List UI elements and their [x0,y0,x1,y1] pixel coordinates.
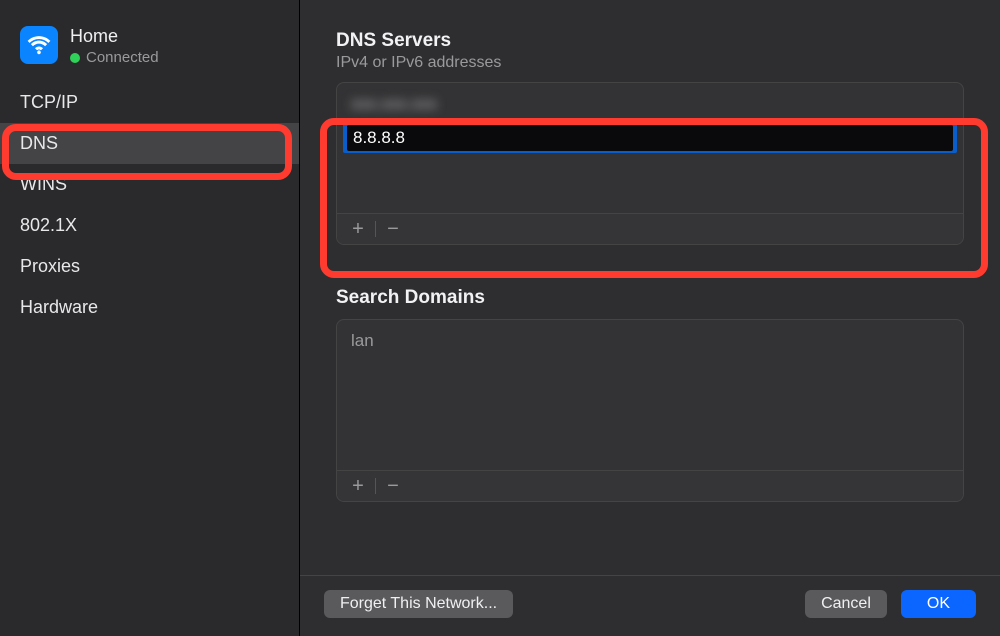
minus-icon: − [387,218,399,241]
content-area: DNS Servers IPv4 or IPv6 addresses xxx.x… [300,0,1000,575]
sidebar-tabs: TCP/IP DNS WINS 802.1X Proxies Hardware [0,82,299,328]
sidebar: Home Connected TCP/IP DNS WINS 802.1X Pr… [0,0,300,636]
plus-icon: + [352,218,364,241]
remove-search-domain-button[interactable]: − [380,475,406,497]
tab-wins[interactable]: WINS [0,164,299,205]
separator [375,221,376,237]
bottom-bar: Forget This Network... Cancel OK [300,575,1000,636]
dns-servers-footer: + − [337,213,963,244]
search-domains-title: Search Domains [336,287,964,309]
separator [375,478,376,494]
tab-dns[interactable]: DNS [0,123,299,164]
network-header: Home Connected [0,20,299,82]
forget-network-button[interactable]: Forget This Network... [324,590,513,618]
tab-8021x[interactable]: 802.1X [0,205,299,246]
dns-server-input[interactable]: 8.8.8.8 [347,125,953,151]
wifi-icon [20,26,58,64]
right-buttons: Cancel OK [805,590,976,618]
dns-server-row[interactable]: xxx.xxx.xxx [337,89,963,119]
dns-server-row-editing[interactable]: 8.8.8.8 [337,123,963,153]
dns-server-edit-highlight: 8.8.8.8 [343,123,957,153]
search-domains-footer: + − [337,470,963,501]
tab-proxies[interactable]: Proxies [0,246,299,287]
add-search-domain-button[interactable]: + [345,475,371,497]
network-status: Connected [70,49,159,66]
main-panel: DNS Servers IPv4 or IPv6 addresses xxx.x… [300,0,1000,636]
dns-servers-body: xxx.xxx.xxx 8.8.8.8 [337,83,963,213]
add-dns-button[interactable]: + [345,218,371,240]
ok-button[interactable]: OK [901,590,976,618]
network-status-label: Connected [86,49,159,66]
tab-tcpip[interactable]: TCP/IP [0,82,299,123]
cancel-button[interactable]: Cancel [805,590,887,618]
dns-servers-list[interactable]: xxx.xxx.xxx 8.8.8.8 + − [336,82,964,245]
status-dot-icon [70,53,80,63]
network-name: Home [70,26,159,47]
search-domain-row[interactable]: lan [337,326,963,356]
dns-servers-title: DNS Servers [336,30,964,52]
minus-icon: − [387,475,399,498]
search-domains-body: lan [337,320,963,470]
search-domains-list[interactable]: lan + − [336,319,964,502]
plus-icon: + [352,475,364,498]
dns-servers-subtitle: IPv4 or IPv6 addresses [336,54,964,72]
network-info: Home Connected [70,26,159,66]
remove-dns-button[interactable]: − [380,218,406,240]
tab-hardware[interactable]: Hardware [0,287,299,328]
